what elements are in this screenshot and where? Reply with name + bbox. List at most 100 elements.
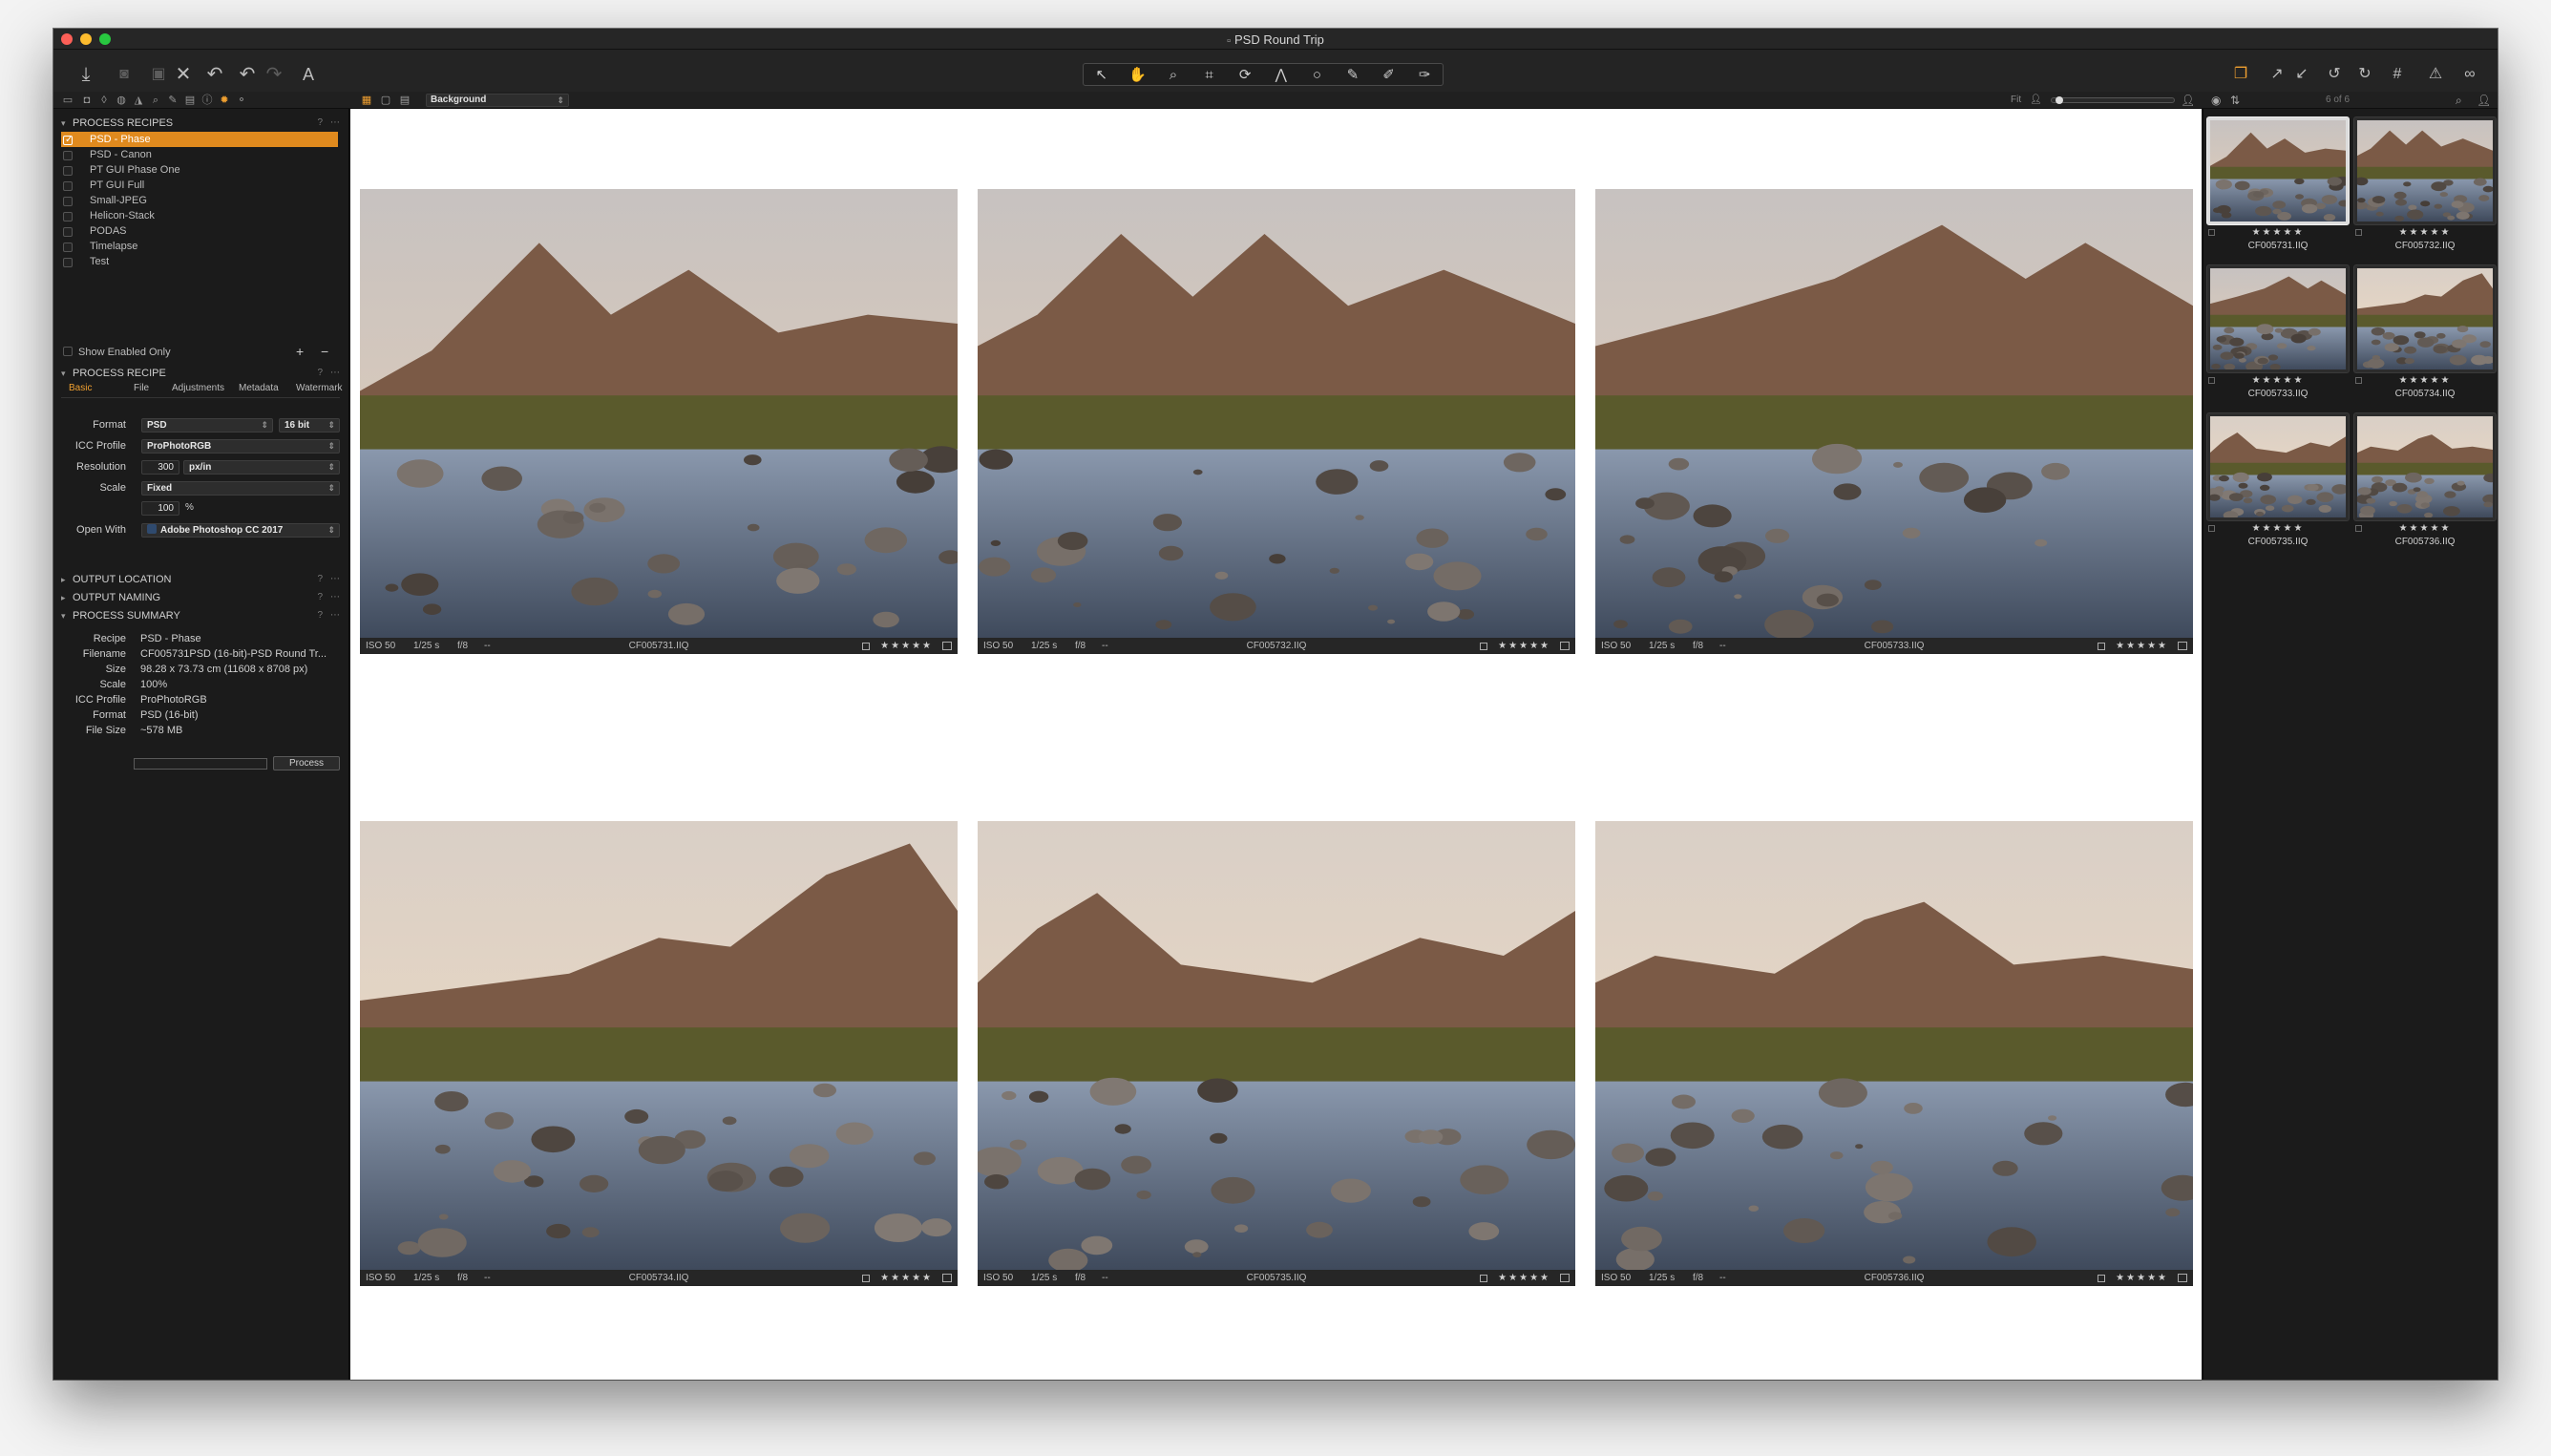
process-summary-header[interactable]: ▾ PROCESS SUMMARY? ⋯ <box>53 609 349 622</box>
apply-adjustments-icon[interactable]: ↙ <box>2291 63 2312 86</box>
remove-recipe-button[interactable]: − <box>321 344 328 359</box>
scale-select[interactable]: Fixed ⇕ <box>141 481 340 496</box>
output-location-header[interactable]: ▸ OUTPUT LOCATION? ⋯ <box>53 573 349 586</box>
photo-layers-icon[interactable] <box>2178 642 2187 650</box>
photo-image[interactable] <box>978 189 1575 638</box>
photo-select-checkbox[interactable] <box>862 1275 870 1282</box>
lens-tab-icon[interactable]: ◊ <box>95 94 113 107</box>
photo-layers-icon[interactable] <box>942 642 952 650</box>
scale-percent-input[interactable]: 100 <box>141 501 179 516</box>
checkbox[interactable] <box>63 347 73 356</box>
photo-tile[interactable]: ISO 50 1/25 s f/8 -- CF005733.IIQ ★★★★★ <box>1595 189 2193 654</box>
photo-rating[interactable]: ★★★★★ <box>1498 638 1550 654</box>
rotate-right-icon[interactable]: ↻ <box>2354 63 2375 86</box>
slider-knob[interactable] <box>2056 96 2063 104</box>
recipe-checkbox[interactable] <box>63 133 73 148</box>
process-recipes-header[interactable]: ▾ PROCESS RECIPES? ⋯ <box>53 116 349 130</box>
output-tab-icon[interactable]: ✹ <box>216 94 233 107</box>
help-icon[interactable]: ? <box>317 591 323 604</box>
photo-image[interactable] <box>978 821 1575 1270</box>
photo-rating[interactable]: ★★★★★ <box>2116 638 2168 654</box>
photo-layers-icon[interactable] <box>1560 1274 1570 1282</box>
photo-select-checkbox[interactable] <box>862 643 870 650</box>
recipe-item[interactable]: PSD - Phase <box>61 132 338 148</box>
capture-tab-icon[interactable]: ◘ <box>78 94 95 107</box>
person-icon[interactable]: 👤︎ <box>2477 94 2491 107</box>
browser-thumbnail[interactable]: ★★★★★ CF005735.IIQ <box>2206 412 2350 547</box>
redo-icon[interactable]: ↷ <box>264 63 285 86</box>
help-icon[interactable]: ? <box>317 573 323 586</box>
output-naming-header[interactable]: ▸ OUTPUT NAMING? ⋯ <box>53 591 349 604</box>
photo-select-checkbox[interactable] <box>1480 643 1487 650</box>
icc-profile-select[interactable]: ProPhotoRGB ⇕ <box>141 439 340 454</box>
single-view-icon[interactable]: ▢ <box>378 94 393 107</box>
process-recipe-header[interactable]: ▾ PROCESS RECIPE? ⋯ <box>53 367 349 380</box>
add-recipe-button[interactable]: + <box>296 344 304 359</box>
camera-icon[interactable]: ◙ <box>113 63 136 86</box>
bit-depth-select[interactable]: 16 bit ⇕ <box>279 418 340 433</box>
background-select[interactable]: Background ⇕ <box>426 94 569 107</box>
photo-select-checkbox[interactable] <box>2098 643 2105 650</box>
resolution-input[interactable]: 300 <box>141 460 179 475</box>
thumbnail-frame[interactable] <box>2206 116 2350 225</box>
color-tab-icon[interactable]: ◍ <box>113 94 130 107</box>
tab-metadata[interactable]: Metadata <box>239 382 279 395</box>
photo-image[interactable] <box>360 821 958 1270</box>
photo-image[interactable] <box>360 189 958 638</box>
help-icon[interactable]: ? <box>317 116 323 130</box>
metadata-tab-icon[interactable]: ▤ <box>181 94 199 107</box>
search-icon[interactable]: ⌕ <box>2456 94 2462 107</box>
photo-tile[interactable]: ISO 50 1/25 s f/8 -- CF005732.IIQ ★★★★★ <box>978 189 1575 654</box>
recipe-item[interactable]: Test <box>61 254 348 269</box>
thumbnail-rating[interactable]: ★★★★★ <box>2206 227 2350 238</box>
thumbnail-frame[interactable] <box>2353 116 2497 225</box>
thumbnail-rating[interactable]: ★★★★★ <box>2206 523 2350 534</box>
photo-tile[interactable]: ISO 50 1/25 s f/8 -- CF005735.IIQ ★★★★★ <box>978 821 1575 1286</box>
browser-thumbnail[interactable]: ★★★★★ CF005732.IIQ <box>2353 116 2497 251</box>
help-icon[interactable]: ? <box>317 609 323 622</box>
recipe-checkbox[interactable] <box>63 181 73 191</box>
photo-select-checkbox[interactable] <box>1480 1275 1487 1282</box>
photo-select-checkbox[interactable] <box>2098 1275 2105 1282</box>
eye-icon[interactable]: ◉ <box>2211 94 2221 107</box>
recipe-item[interactable]: Small-JPEG <box>61 193 348 208</box>
more-icon[interactable]: ⋯ <box>330 573 340 586</box>
keystone-tool-icon[interactable]: ⋀ <box>1265 66 1297 83</box>
photo-rating[interactable]: ★★★★★ <box>880 638 933 654</box>
more-icon[interactable]: ⋯ <box>330 591 340 604</box>
tab-watermark[interactable]: Watermark <box>296 382 343 395</box>
photo-tile[interactable]: ISO 50 1/25 s f/8 -- CF005734.IIQ ★★★★★ <box>360 821 958 1286</box>
thumbnail-frame[interactable] <box>2353 412 2497 521</box>
text-icon[interactable]: A <box>298 63 319 86</box>
loupe-tool-icon[interactable]: ⌕ <box>1157 67 1190 83</box>
grid-view-icon[interactable]: ▦ <box>359 94 374 107</box>
recipe-checkbox[interactable] <box>63 243 73 252</box>
rotate-left-icon[interactable]: ↺ <box>2324 63 2345 86</box>
recipe-checkbox[interactable] <box>63 166 73 176</box>
browser-thumbnail[interactable]: ★★★★★ CF005734.IIQ <box>2353 264 2497 399</box>
recipe-checkbox[interactable] <box>63 227 73 237</box>
thumbnail-frame[interactable] <box>2206 264 2350 373</box>
photo-rating[interactable]: ★★★★★ <box>2116 1270 2168 1286</box>
recipe-item[interactable]: PT GUI Phase One <box>61 162 348 178</box>
browser-thumbnail[interactable]: ★★★★★ CF005731.IIQ <box>2206 116 2350 251</box>
recipe-checkbox[interactable] <box>63 197 73 206</box>
photo-layers-icon[interactable] <box>1560 642 1570 650</box>
thumbnail-rating[interactable]: ★★★★★ <box>2353 227 2497 238</box>
thumbnail-rating[interactable]: ★★★★★ <box>2353 375 2497 386</box>
undo-icon[interactable]: ↶ <box>237 63 258 86</box>
browser-thumbnail[interactable]: ★★★★★ CF005733.IIQ <box>2206 264 2350 399</box>
recipe-checkbox[interactable] <box>63 151 73 160</box>
copy-adjustments-icon[interactable]: ↗ <box>2266 63 2287 86</box>
recipe-item[interactable]: PODAS <box>61 223 348 239</box>
recipe-checkbox[interactable] <box>63 212 73 222</box>
photo-tile[interactable]: ISO 50 1/25 s f/8 -- CF005736.IIQ ★★★★★ <box>1595 821 2193 1286</box>
local-adjust-tab-icon[interactable]: ✎ <box>164 94 181 107</box>
brush-tool-icon[interactable]: ✎ <box>1337 66 1369 83</box>
more-icon[interactable]: ⋯ <box>330 116 340 130</box>
thumbnail-frame[interactable] <box>2206 412 2350 521</box>
thumbnail-rating[interactable]: ★★★★★ <box>2353 523 2497 534</box>
tab-adjustments[interactable]: Adjustments <box>172 382 224 395</box>
photo-image[interactable] <box>1595 821 2193 1270</box>
show-enabled-only-checkbox[interactable]: Show Enabled Only <box>63 346 171 359</box>
